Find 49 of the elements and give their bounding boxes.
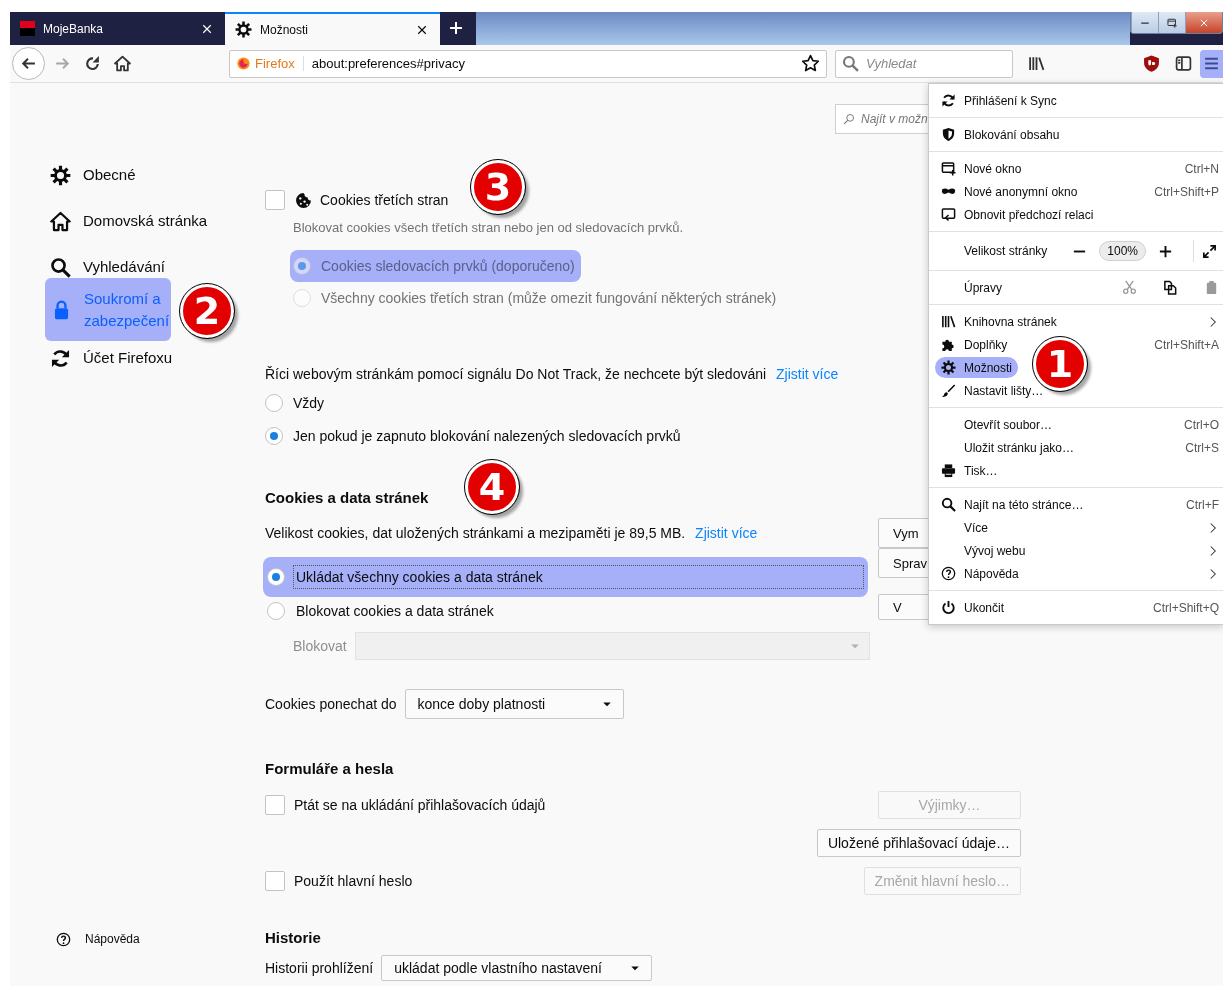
menu-item[interactable]: Knihovna stránek — [929, 310, 1223, 333]
sidebar-item[interactable]: Obecné — [50, 164, 210, 186]
section-heading: Formuláře a hesla — [265, 759, 394, 779]
menu-item[interactable]: Otevřít soubor… Ctrl+O — [929, 413, 1223, 436]
sidebar-item[interactable]: Účet Firefoxu — [50, 347, 210, 369]
checkbox-label: Použít hlavní heslo — [294, 873, 414, 889]
url-text: about:preferences#privacy — [311, 56, 466, 71]
menu-item[interactable]: Vývoj webu — [929, 539, 1223, 562]
learn-more-link[interactable]: Zjistit více — [776, 366, 839, 382]
menu-item[interactable]: Blokování obsahu — [929, 123, 1223, 146]
menu-item[interactable]: Uložit stránku jako… Ctrl+S — [929, 436, 1223, 459]
menu-item[interactable]: Najít na této stránce… Ctrl+F — [929, 493, 1223, 516]
menu-item[interactable]: Ukončit Ctrl+Shift+Q — [929, 596, 1223, 619]
radio-option[interactable]: Všechny cookies třetích stran (může omezit fungování některých stránek) — [290, 285, 783, 311]
section-heading: Historie — [265, 928, 321, 948]
menu-item[interactable]: Tisk… — [929, 459, 1223, 482]
size-text: Velikost cookies, dat uložených stránkami a mezipaměti je 89,5 MB. Zjistit více — [265, 524, 759, 543]
zoom-label: Velikost stránky — [964, 244, 1048, 258]
history-dropdown[interactable]: ukládat podle vlastního nastavení — [381, 955, 653, 981]
checkbox-label: Cookies třetích stran — [320, 192, 449, 208]
checkbox-label: Ptát se na ukládání přihlašovacích údajů — [294, 797, 547, 813]
learn-more-link[interactable]: Zjistit více — [695, 525, 758, 541]
menu-item[interactable]: Nové anonymní okno Ctrl+Shift+P — [929, 180, 1223, 203]
section-heading: Cookies a data stránek — [265, 488, 429, 508]
description-text: Blokovat cookies všech třetích stran nebo jen od sledovacích prvků. — [293, 219, 685, 237]
menu-item[interactable]: Obnovit předchozí relaci — [929, 203, 1223, 226]
menu-item[interactable]: Více — [929, 516, 1223, 539]
radio-option[interactable]: Vždy — [265, 389, 325, 417]
edit-label: Úpravy — [964, 280, 1002, 295]
address-bar[interactable]: Firefox about:preferences#privacy — [229, 49, 827, 78]
radio-option[interactable]: Ukládat všechny cookies a data stránek — [263, 557, 868, 597]
radio-option[interactable]: Jen pokud je zapnuto blokování nalezených sledovacích prvků — [265, 422, 681, 450]
zoom-reset-button[interactable]: 100% — [1099, 241, 1146, 261]
identity-label: Firefox — [255, 56, 304, 71]
sidebar-item[interactable]: Vyhledávání — [50, 256, 210, 278]
radio-option[interactable]: Blokovat cookies a data stránek — [263, 597, 868, 625]
search-field[interactable]: Vyhledat — [835, 49, 1013, 78]
browser-tab[interactable]: Možnosti — [225, 12, 440, 45]
keep-label: Cookies ponechat do — [265, 696, 397, 712]
help-link[interactable]: Nápověda — [56, 928, 265, 950]
menu-item[interactable]: Přihlášení k Sync — [929, 89, 1223, 112]
keep-dropdown[interactable]: konce doby platnosti — [404, 689, 624, 719]
sidebar-item[interactable]: Domovská stránka — [50, 210, 210, 232]
menu-item[interactable]: Nové okno Ctrl+N — [929, 157, 1223, 180]
menu-item[interactable]: Nápověda — [929, 562, 1223, 585]
history-label: Historii prohlížení — [265, 960, 374, 976]
find-field[interactable]: Najít v možn — [835, 104, 929, 134]
block-label: Blokovat — [293, 638, 347, 654]
settings-button[interactable]: Uložené přihlašovací údaje… — [816, 829, 1021, 857]
